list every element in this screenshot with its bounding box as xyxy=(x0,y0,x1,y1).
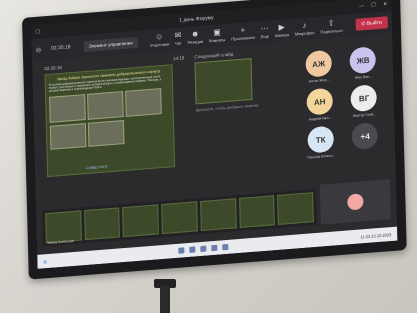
slide-thumbnail[interactable] xyxy=(45,210,82,244)
avatar: АЖ xyxy=(305,49,333,78)
system-clock: 11:23 23.10.2023 xyxy=(360,232,391,239)
minimize-icon[interactable]: — xyxy=(359,3,364,9)
toolbar-reactions[interactable]: ☻ Реакции xyxy=(187,29,204,45)
reaction-icon: ☻ xyxy=(190,29,200,39)
speaker-notes[interactable]: Щелкните, чтобы добавить заметки xyxy=(196,102,276,112)
participant-tile[interactable]: ВГ Виктор Глеб... xyxy=(344,84,385,119)
participant-tile[interactable]: ТК Татьяна Колесо... xyxy=(300,125,341,160)
strip-caption: Элена Колесова xyxy=(46,239,74,246)
slide-thumbnail[interactable] xyxy=(122,204,160,238)
teams-icon: ▢ xyxy=(35,28,41,35)
toolbar-camera[interactable]: ▶ Камера xyxy=(274,22,289,39)
toolbar-mic[interactable]: ♪ Микрофон xyxy=(295,21,315,37)
toolbar-label: Приложения xyxy=(231,34,255,42)
teams-screen: ▢ 1 день Форуму — ☐ ✕ ◎ 02:35:18 Элемент… xyxy=(31,0,398,269)
app-icon[interactable] xyxy=(200,245,207,252)
toolbar-label: Микрофон xyxy=(294,30,315,37)
tank-photo xyxy=(125,87,162,117)
avatar: +4 xyxy=(351,122,379,151)
toolbar-apps[interactable]: + Приложения xyxy=(231,25,255,42)
leave-button[interactable]: ✆ Выйти xyxy=(355,16,388,31)
avatar: ВГ xyxy=(350,84,378,113)
people-icon: ☺ xyxy=(154,31,164,42)
share-icon: ⇪ xyxy=(327,18,335,28)
apps-icon: + xyxy=(240,25,246,35)
tank-photo xyxy=(49,122,87,150)
more-icon: ⋯ xyxy=(260,23,269,34)
camera-icon: ▶ xyxy=(278,22,285,32)
tank-photo xyxy=(87,119,125,147)
meeting-timer: 02:35:18 xyxy=(51,44,71,52)
next-slide-thumbnail[interactable] xyxy=(194,57,253,105)
toolbar-label: Чат xyxy=(174,40,182,46)
slide-thumbnail[interactable] xyxy=(83,207,121,241)
avatar: ЖВ xyxy=(349,46,377,75)
slide-thumbnail[interactable] xyxy=(161,201,198,235)
toolbar-more[interactable]: ⋯ Еще xyxy=(260,23,269,40)
self-video[interactable] xyxy=(319,179,391,225)
participants-grid: АЖ Антон Жил... ЖВ Жил Вен... АН Андрей Нал… xyxy=(298,46,387,167)
maximize-icon[interactable]: ☐ xyxy=(371,2,376,8)
clock-time: 11:23 xyxy=(360,233,371,239)
start-icon[interactable]: ⊞ xyxy=(43,259,46,264)
slide-thumbnail[interactable] xyxy=(277,192,314,225)
toolbar-label: Участники xyxy=(149,41,169,48)
slide-timer: 02:35:18 xyxy=(44,64,62,72)
manage-button[interactable]: Элемент управления xyxy=(83,36,138,52)
participant-name: Антон Жил... xyxy=(308,77,330,84)
toolbar-share[interactable]: ⇪ Поделиться xyxy=(320,18,343,35)
slide-clock: 14:18 xyxy=(172,55,185,62)
current-slide[interactable]: Вклад бойцов Уральского танкового добров… xyxy=(44,64,176,178)
record-icon: ◎ xyxy=(35,47,42,54)
app-icon[interactable] xyxy=(211,244,218,251)
rooms-icon: ▣ xyxy=(213,27,221,37)
app-icon[interactable] xyxy=(178,246,185,254)
participant-name: Жил Вен... xyxy=(354,74,373,80)
slide-navigation[interactable]: Слайд 2 из 6 xyxy=(86,164,107,170)
toolbar-label: Комнаты xyxy=(208,37,226,44)
toolbar-rooms[interactable]: ▣ Комнаты xyxy=(208,27,226,44)
leave-label: Выйти xyxy=(366,19,382,27)
participant-tile[interactable]: ЖВ Жил Вен... xyxy=(343,46,384,81)
next-slide-label: Следующий слайд xyxy=(194,51,234,60)
monitor-stand xyxy=(160,286,170,313)
avatar: АН xyxy=(306,87,334,116)
toolbar-label: Реакции xyxy=(187,38,204,45)
chat-icon: ✉ xyxy=(174,30,182,41)
slide-thumbnail[interactable] xyxy=(238,195,276,228)
monitor: ▢ 1 день Форуму — ☐ ✕ ◎ 02:35:18 Элемент… xyxy=(22,0,407,280)
clock-date: 23.10.2023 xyxy=(371,231,392,239)
window-title: 1 день Форуму xyxy=(179,14,214,24)
toolbar-label: Поделиться xyxy=(320,27,343,35)
toolbar-label: Камера xyxy=(274,32,289,39)
user-avatar xyxy=(347,193,364,211)
slide-thumbnail[interactable] xyxy=(199,198,237,232)
participant-tile[interactable]: АН Андрей Нал... xyxy=(299,87,340,122)
participant-tile[interactable]: АЖ Антон Жил... xyxy=(298,49,339,84)
toolbar-chat[interactable]: ✉ Чат xyxy=(174,30,182,46)
more-participants[interactable]: +4 xyxy=(345,122,386,153)
avatar: ТК xyxy=(307,125,335,154)
toolbar-label: Еще xyxy=(260,33,269,40)
window-controls: — ☐ ✕ xyxy=(353,1,388,10)
app-icon[interactable] xyxy=(222,243,229,250)
taskbar-apps xyxy=(176,243,231,254)
toolbar-participants[interactable]: ☺ Участники xyxy=(149,31,169,48)
close-icon[interactable]: ✕ xyxy=(383,1,387,7)
presenter-stage: 02:35:18 14:18 Вклад бойцов Уральского т… xyxy=(44,48,278,216)
participant-name: Андрей Нал... xyxy=(308,115,332,122)
tank-photo xyxy=(49,93,86,123)
mic-icon: ♪ xyxy=(302,20,307,30)
next-slide-panel: Следующий слайд Щелкните, чтобы добавить… xyxy=(194,48,275,112)
participant-name: Татьяна Колесо... xyxy=(306,153,336,160)
app-icon[interactable] xyxy=(189,245,196,253)
participant-name: Виктор Глеб... xyxy=(353,112,377,119)
tank-photo xyxy=(87,90,124,120)
